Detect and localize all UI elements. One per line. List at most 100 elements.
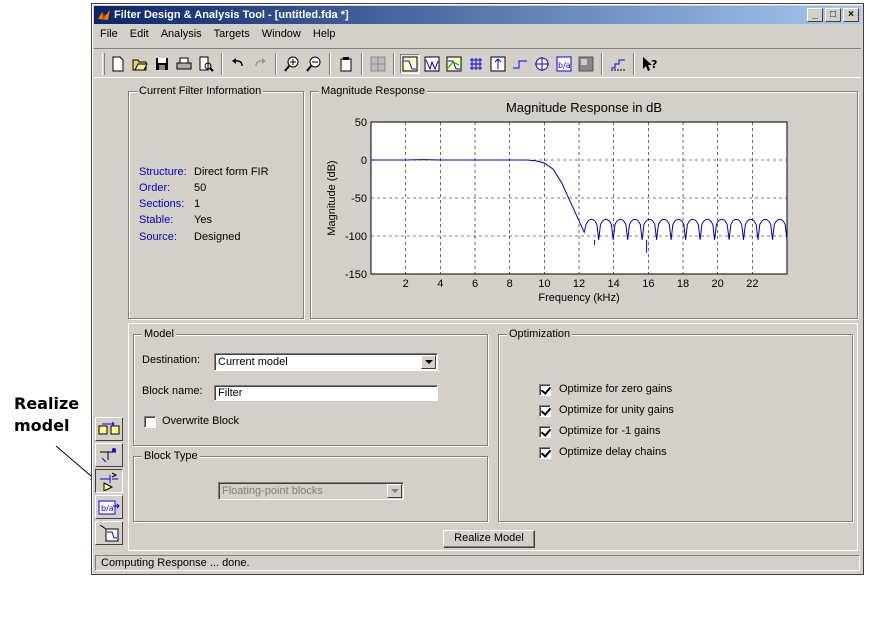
x-tick-label: 20 <box>712 278 724 290</box>
import-filter-icon: b/a <box>98 500 120 515</box>
optimize-minus-one-gains-checkbox[interactable] <box>539 426 551 438</box>
zoom-in-icon <box>284 56 299 72</box>
toolbar-separator <box>275 53 277 75</box>
pole-zero-button[interactable] <box>532 54 552 74</box>
callout-line-1: Realize <box>14 394 80 413</box>
info-row-stable: Stable: Yes <box>139 214 212 226</box>
redo-icon <box>255 58 266 67</box>
optimization-panel: Optimization Optimize for zero gains Opt… <box>498 328 853 522</box>
destination-label: Destination: <box>142 354 201 366</box>
menu-analysis[interactable]: Analysis <box>155 26 208 44</box>
magnitude-response-panel: Magnitude Response Magnitude Response in… <box>310 85 858 319</box>
toolbar-separator <box>221 53 223 75</box>
impulse-response-icon <box>490 56 506 72</box>
pole-zero-icon <box>535 57 549 71</box>
optimize-zero-gains-checkbox[interactable] <box>539 384 551 396</box>
optimize-delay-chains-checkbox[interactable] <box>539 447 551 459</box>
info-value: Yes <box>194 214 212 226</box>
magnitude-phase-button[interactable] <box>444 54 464 74</box>
block-type-title: Block Type <box>142 450 200 462</box>
callout-label: Realize model <box>14 393 79 437</box>
group-delay-button[interactable] <box>466 54 486 74</box>
block-type-dropdown[interactable]: Floating-point blocks <box>218 482 404 500</box>
print-preview-button[interactable] <box>196 54 216 74</box>
zoom-out-button[interactable] <box>304 54 324 74</box>
undo-button[interactable] <box>228 54 248 74</box>
filter-coefficients-button[interactable]: b/a <box>554 54 574 74</box>
print-button[interactable] <box>174 54 194 74</box>
full-view-button[interactable] <box>336 54 356 74</box>
filter-information-icon <box>578 56 594 72</box>
filter-info-icon <box>370 56 386 72</box>
step-response-icon <box>513 60 527 69</box>
destination-dropdown[interactable]: Current model <box>214 353 438 371</box>
x-tick-label: 22 <box>746 278 758 290</box>
close-button[interactable]: × <box>843 8 859 22</box>
info-value: 1 <box>194 198 201 210</box>
optimize-zero-gains-label: Optimize for zero gains <box>559 383 673 395</box>
transform-filter-icon <box>98 421 120 435</box>
x-tick-label: 8 <box>507 278 513 290</box>
block-type-value: Floating-point blocks <box>222 485 323 497</box>
save-button[interactable] <box>152 54 172 74</box>
realize-model-button[interactable] <box>95 469 123 493</box>
magnitude-phase-icon <box>446 56 462 72</box>
group-delay-icon <box>470 58 482 70</box>
step-response-button[interactable] <box>510 54 530 74</box>
redo-button[interactable] <box>250 54 270 74</box>
new-button[interactable] <box>108 54 128 74</box>
magnitude-response-button[interactable] <box>400 54 420 74</box>
menu-help[interactable]: Help <box>307 26 342 44</box>
menu-file[interactable]: File <box>94 26 124 44</box>
overwrite-block-label: Overwrite Block <box>162 415 240 427</box>
print-icon <box>176 57 192 70</box>
x-tick-label: 14 <box>608 278 620 290</box>
new-icon <box>112 56 124 72</box>
toolbar-separator <box>633 53 635 75</box>
open-button[interactable] <box>130 54 150 74</box>
x-tick-label: 2 <box>403 278 409 290</box>
info-row-structure: Structure: Direct form FIR <box>139 166 269 178</box>
whats-this-button[interactable]: ? <box>640 54 660 74</box>
overwrite-block-checkbox[interactable] <box>144 416 156 428</box>
info-row-source: Source: Designed <box>139 231 240 243</box>
info-row-sections: Sections: 1 <box>139 198 200 210</box>
menu-targets[interactable]: Targets <box>208 26 256 44</box>
menu-edit[interactable]: Edit <box>124 26 155 44</box>
chevron-down-icon[interactable] <box>421 355 436 369</box>
magnitude-plot[interactable]: 2 4 6 8 10 12 14 16 18 20 22 50 0 -50 -100 -150 Frequenc… <box>311 92 857 318</box>
chevron-down-icon[interactable] <box>387 484 402 498</box>
svg-text:?: ? <box>651 58 657 71</box>
matlab-icon <box>98 10 110 20</box>
transform-filter-button[interactable] <box>95 417 123 441</box>
optimize-unity-gains-checkbox[interactable] <box>539 405 551 417</box>
y-axis-label: Magnitude (dB) <box>326 160 338 235</box>
maximize-button[interactable]: □ <box>825 8 841 22</box>
title-bar[interactable]: Filter Design & Analysis Tool - [untitle… <box>94 6 861 24</box>
filter-info-title: Current Filter Information <box>137 85 264 97</box>
block-name-input[interactable]: Filter <box>214 385 438 401</box>
import-filter-button[interactable]: b/a <box>95 495 123 519</box>
filter-info-button[interactable] <box>368 54 388 74</box>
y-tick-label: 0 <box>361 155 367 167</box>
callout-line-2: model <box>14 416 70 435</box>
toolbar-separator <box>601 53 603 75</box>
zoom-in-button[interactable] <box>282 54 302 74</box>
realize-model-submit-button[interactable]: Realize Model <box>443 530 535 548</box>
convert-structure-icon <box>100 448 116 463</box>
x-tick-label: 16 <box>642 278 654 290</box>
toolbar-grip[interactable] <box>102 53 105 75</box>
menu-bar: File Edit Analysis Targets Window Help <box>94 26 861 44</box>
menu-window[interactable]: Window <box>256 26 307 44</box>
impulse-response-button[interactable] <box>488 54 508 74</box>
fdatool-window: Filter Design & Analysis Tool - [untitle… <box>91 3 864 575</box>
info-key: Source: <box>139 231 177 243</box>
design-filter-button[interactable] <box>95 521 123 545</box>
phase-response-button[interactable] <box>422 54 442 74</box>
minimize-button[interactable]: _ <box>807 8 823 22</box>
legend-button[interactable] <box>608 54 628 74</box>
optimize-unity-gains-label: Optimize for unity gains <box>559 404 674 416</box>
print-preview-icon <box>199 56 214 72</box>
filter-information-button[interactable] <box>576 54 596 74</box>
convert-structure-button[interactable] <box>95 443 123 467</box>
